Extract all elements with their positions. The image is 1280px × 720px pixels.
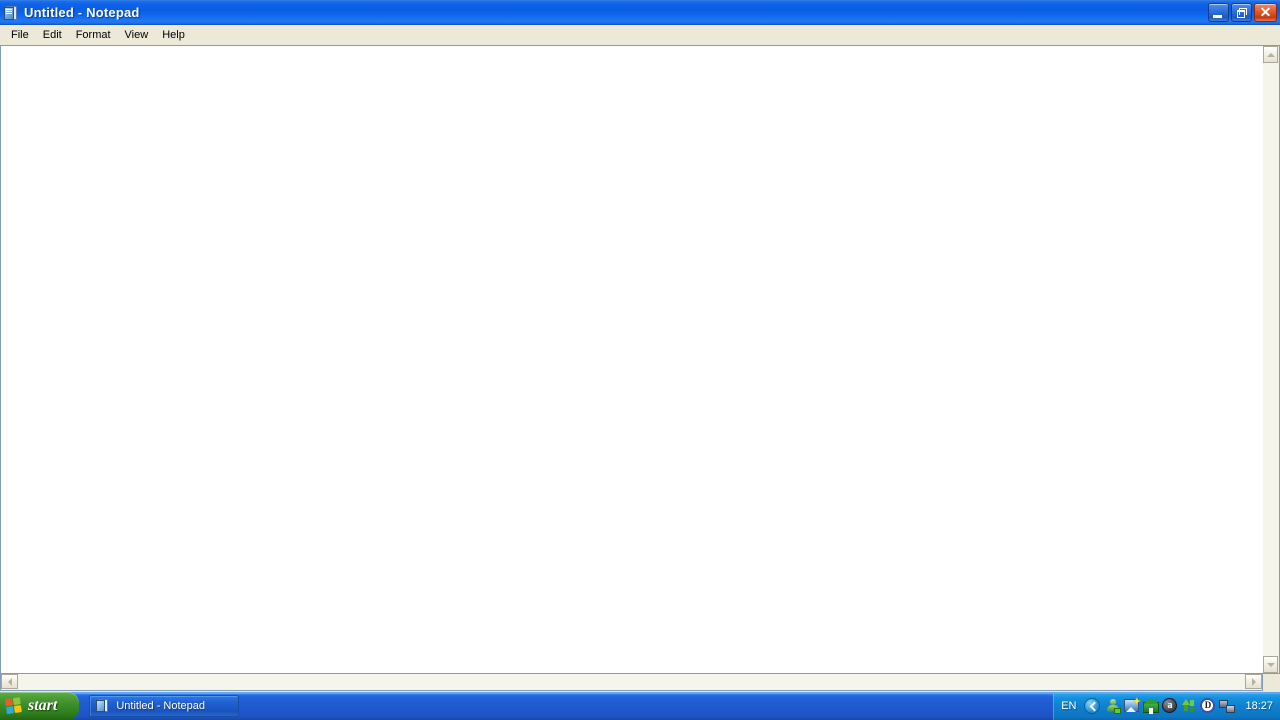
language-indicator[interactable]: EN	[1061, 700, 1076, 712]
task-button-notepad[interactable]: Untitled - Notepad	[89, 695, 240, 717]
restore-icon-front	[1237, 10, 1245, 18]
chevron-right-icon	[1251, 677, 1256, 686]
editor-row	[0, 45, 1280, 674]
menu-item-view[interactable]: View	[118, 27, 156, 44]
arrow-up-stem	[1184, 705, 1189, 711]
menu-item-format[interactable]: Format	[69, 27, 118, 44]
flag-quadrant-2	[12, 696, 21, 705]
close-button[interactable]: ✕	[1254, 3, 1277, 22]
title-bar[interactable]: Untitled - Notepad ✕	[0, 0, 1280, 25]
home-icon[interactable]	[1143, 698, 1160, 714]
menu-item-help[interactable]: Help	[155, 27, 192, 44]
scroll-up-button[interactable]	[1263, 46, 1278, 63]
scroll-down-button[interactable]	[1263, 656, 1278, 673]
restore-button[interactable]	[1231, 3, 1252, 22]
vertical-scrollbar[interactable]	[1263, 45, 1280, 674]
scrollbar-corner	[1263, 674, 1280, 692]
icon-page-front	[96, 700, 106, 712]
arrow-up-head	[1182, 699, 1191, 705]
chevron-left-icon[interactable]	[1084, 698, 1101, 714]
icon-page-front	[4, 6, 14, 20]
window-controls: ✕	[1206, 3, 1277, 22]
arrow-down-head	[1188, 707, 1197, 713]
arrow-down-stem	[1190, 700, 1195, 706]
minimize-button[interactable]	[1208, 3, 1229, 22]
client-area	[0, 45, 1280, 692]
notepad-document-icon	[96, 699, 110, 713]
new-star-badge: ✦	[1132, 696, 1142, 708]
daemon-tools-letter: D	[1204, 700, 1212, 710]
acrobat-icon-letter: a	[1167, 700, 1173, 711]
minimize-icon	[1213, 15, 1222, 18]
system-tray: EN ✦ a D 18:27	[1053, 692, 1280, 720]
chevron-down-icon	[1266, 662, 1275, 667]
start-label: start	[28, 697, 58, 714]
close-icon: ✕	[1259, 4, 1272, 20]
task-button-list: Untitled - Notepad	[79, 692, 1053, 720]
home-icon-roof	[1143, 698, 1160, 704]
start-button[interactable]: start	[0, 692, 80, 720]
picture-new-icon[interactable]: ✦	[1124, 696, 1142, 714]
notepad-document-icon[interactable]	[3, 5, 19, 21]
task-button-label: Untitled - Notepad	[116, 700, 206, 712]
flag-quadrant-3	[6, 705, 14, 714]
horizontal-scrollbar[interactable]	[0, 674, 1263, 691]
flag-quadrant-1	[4, 697, 13, 706]
network-connection-icon[interactable]	[1219, 698, 1236, 714]
windows-flag-icon	[4, 696, 24, 715]
text-editor[interactable]	[0, 45, 1263, 674]
notepad-window: Untitled - Notepad ✕ File Edit Format Vi…	[0, 0, 1280, 692]
taskbar: start Untitled - Notepad EN ✦ a D 18:27	[0, 692, 1280, 720]
chevron-left-icon	[7, 677, 12, 686]
network-monitor-front	[1226, 705, 1236, 713]
horizontal-scrollbar-row	[0, 674, 1280, 692]
taskbar-clock[interactable]: 18:27	[1245, 700, 1273, 712]
home-icon-door	[1149, 708, 1154, 714]
scroll-left-button[interactable]	[1, 674, 18, 689]
menu-item-file[interactable]: File	[4, 27, 36, 44]
acrobat-icon[interactable]: a	[1162, 698, 1178, 714]
horizontal-scroll-track[interactable]	[18, 674, 1245, 690]
updown-arrows-icon[interactable]	[1181, 698, 1197, 714]
menu-item-edit[interactable]: Edit	[36, 27, 69, 44]
scroll-right-button[interactable]	[1245, 674, 1262, 689]
contacts-icon[interactable]	[1105, 698, 1122, 714]
vertical-scroll-track[interactable]	[1263, 63, 1279, 656]
daemon-tools-icon[interactable]: D	[1200, 698, 1216, 714]
window-title: Untitled - Notepad	[24, 5, 140, 20]
menu-bar: File Edit Format View Help	[0, 25, 1280, 45]
flag-quadrant-4	[13, 704, 22, 713]
chevron-up-icon	[1266, 52, 1275, 57]
contacts-icon-badge	[1114, 708, 1122, 714]
